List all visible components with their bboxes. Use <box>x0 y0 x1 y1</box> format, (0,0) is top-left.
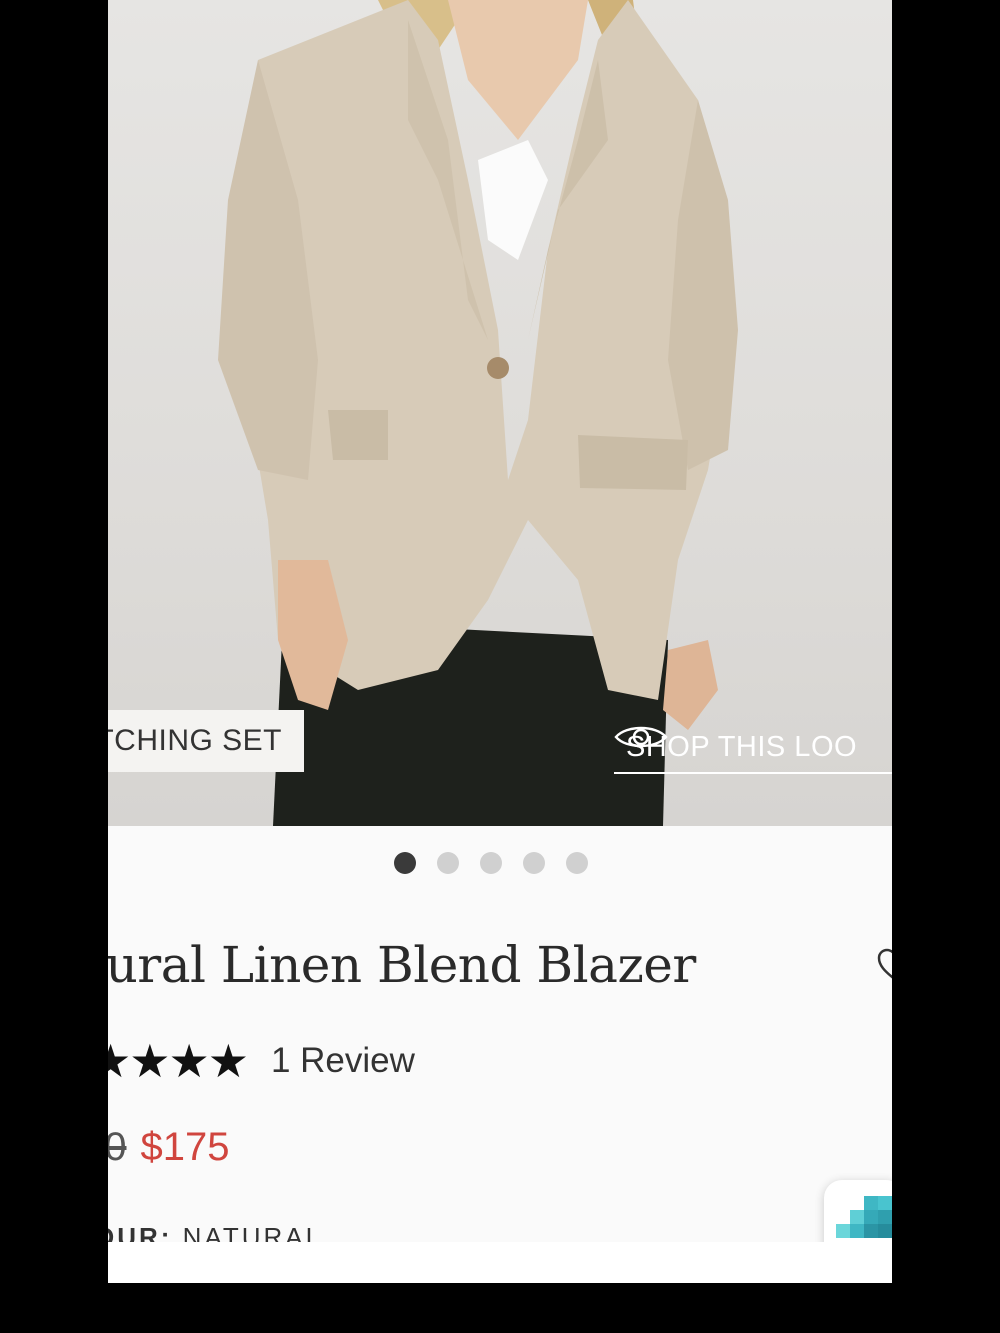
review-count-link[interactable]: 1 Review <box>271 1041 415 1081</box>
carousel-dot[interactable] <box>566 852 588 874</box>
original-price: 50 <box>108 1124 127 1169</box>
product-title: tural Linen Blend Blazer <box>108 936 696 994</box>
matching-set-label: TCHING SET <box>108 724 282 757</box>
product-image-carousel[interactable]: TCHING SET SHOP THIS LOO <box>108 0 892 826</box>
matching-set-badge[interactable]: TCHING SET <box>108 710 304 772</box>
carousel-dot[interactable] <box>437 852 459 874</box>
carousel-pagination <box>394 852 588 874</box>
product-page: TCHING SET SHOP THIS LOO tural Linen Ble… <box>108 0 892 1283</box>
bottom-bar <box>108 1242 892 1283</box>
price-row: 50 $175 <box>108 1120 229 1174</box>
carousel-dot[interactable] <box>394 852 416 874</box>
eye-icon <box>614 726 668 748</box>
carousel-dot[interactable] <box>480 852 502 874</box>
wishlist-heart-icon[interactable] <box>876 946 892 986</box>
rating-row[interactable]: ★★★★ 1 Review <box>108 1035 415 1087</box>
colour-value: NATURAL <box>182 1226 324 1242</box>
star-rating: ★★★★ <box>108 1035 249 1087</box>
colour-label: OUR: <box>108 1226 173 1242</box>
sale-price: $175 <box>140 1124 230 1169</box>
carousel-dot[interactable] <box>523 852 545 874</box>
product-photo <box>218 0 738 826</box>
shop-this-look-button[interactable]: SHOP THIS LOO <box>614 722 892 774</box>
colour-selector-label: OUR: NATURAL <box>108 1226 323 1242</box>
